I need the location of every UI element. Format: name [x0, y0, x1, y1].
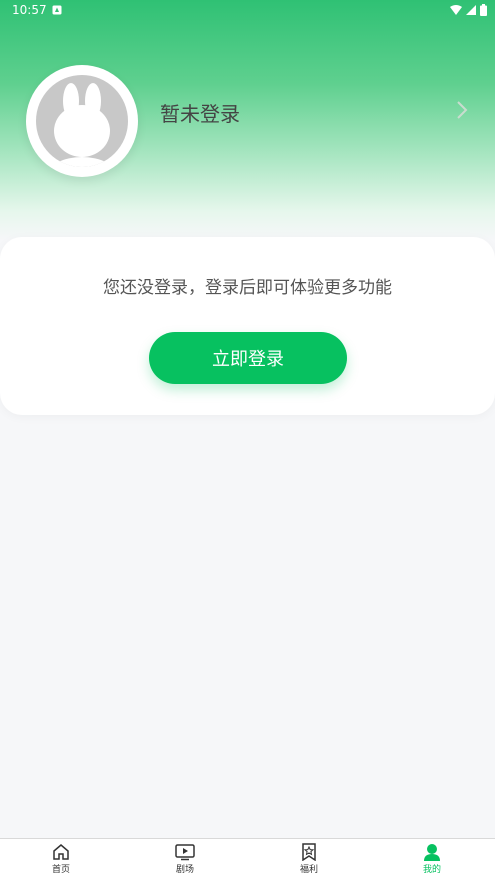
login-status-text[interactable]: 暂未登录 — [160, 98, 240, 127]
tab-welfare-label: 福利 — [299, 865, 318, 875]
chevron-right-icon[interactable] — [456, 100, 468, 120]
avatar[interactable] — [26, 65, 138, 177]
login-prompt-card: 您还没登录，登录后即可体验更多功能 立即登录 — [0, 237, 495, 415]
tab-theater[interactable]: 剧场 — [155, 843, 215, 875]
wifi-icon — [450, 5, 462, 15]
default-avatar-rabbit-icon — [36, 75, 128, 167]
theater-icon — [175, 844, 195, 861]
login-prompt-text: 您还没登录，登录后即可体验更多功能 — [103, 278, 392, 298]
profile-icon — [424, 844, 440, 861]
home-icon — [53, 844, 69, 860]
tab-home-label: 首页 — [51, 865, 70, 875]
tab-welfare[interactable]: 福利 — [279, 843, 339, 875]
status-bar: 10:57 — [0, 0, 495, 22]
tab-mine-label: 我的 — [422, 865, 441, 875]
login-button[interactable]: 立即登录 — [149, 332, 347, 384]
status-icons — [450, 4, 487, 16]
welfare-icon — [302, 843, 316, 861]
signal-icon — [466, 5, 476, 15]
battery-icon — [480, 4, 487, 16]
tab-mine[interactable]: 我的 — [402, 843, 462, 875]
profile-row[interactable]: 暂未登录 — [0, 60, 495, 180]
tab-theater-label: 剧场 — [175, 865, 194, 875]
tab-home[interactable]: 首页 — [31, 843, 91, 875]
status-time: 10:57 — [12, 3, 47, 17]
notification-icon — [52, 5, 62, 15]
bottom-tab-bar: 首页 剧场 福利 我的 — [0, 838, 495, 881]
